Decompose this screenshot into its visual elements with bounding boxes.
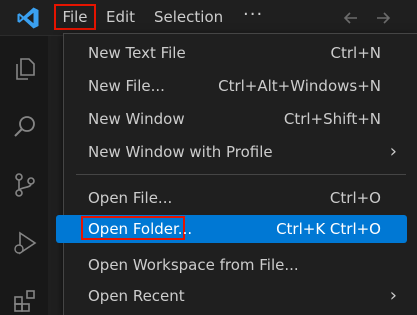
menu-item-label: New Window <box>88 110 185 128</box>
menu-item-label: Open Workspace from File... <box>88 256 299 274</box>
menu-item-open-workspace-from-file[interactable]: Open Workspace from File... <box>56 251 417 279</box>
vscode-logo-icon <box>17 7 39 29</box>
menu-item-new-window[interactable]: New Window Ctrl+Shift+N <box>56 105 417 133</box>
extensions-icon[interactable] <box>12 288 38 314</box>
arrow-right-icon[interactable] <box>372 7 394 29</box>
menu-item-open-folder[interactable]: Open Folder... Ctrl+K Ctrl+O <box>56 215 407 243</box>
menu-more[interactable]: ··· <box>241 2 265 28</box>
menu-item-open-recent[interactable]: Open Recent › <box>56 282 417 310</box>
run-debug-icon[interactable] <box>12 230 38 256</box>
menu-edit[interactable]: Edit <box>104 4 137 30</box>
explorer-icon[interactable] <box>12 56 38 82</box>
menu-separator <box>76 174 406 175</box>
menu-item-label: Open Folder... <box>88 220 193 238</box>
file-menu-dropdown: New Text File Ctrl+N New File... Ctrl+Al… <box>56 33 417 315</box>
menu-item-shortcut: Ctrl+O <box>329 189 381 207</box>
menu-selection[interactable]: Selection <box>152 4 225 30</box>
source-control-icon[interactable] <box>12 172 38 198</box>
menu-item-new-file[interactable]: New File... Ctrl+Alt+Windows+N <box>56 72 417 100</box>
menu-item-shortcut: Ctrl+Shift+N <box>283 110 381 128</box>
menu-file[interactable]: File <box>54 4 96 30</box>
menu-item-label: Open File... <box>88 189 173 207</box>
menu-item-label: New Text File <box>88 44 186 62</box>
menu-item-label: New File... <box>88 77 165 95</box>
menu-item-label: New Window with Profile <box>88 143 273 161</box>
menu-item-shortcut: Ctrl+N <box>330 44 381 62</box>
activity-bar <box>0 36 48 315</box>
title-bar: File Edit Selection ··· <box>0 0 417 36</box>
chevron-right-icon: › <box>389 141 397 162</box>
menu-item-label: Open Recent <box>88 287 185 305</box>
menu-item-open-file[interactable]: Open File... Ctrl+O <box>56 184 417 212</box>
chevron-right-icon: › <box>389 285 397 306</box>
menu-item-new-window-with-profile[interactable]: New Window with Profile › <box>56 138 417 166</box>
arrow-left-icon[interactable] <box>340 7 362 29</box>
menu-item-shortcut: Ctrl+Alt+Windows+N <box>218 77 381 95</box>
menu-item-new-text-file[interactable]: New Text File Ctrl+N <box>56 39 417 67</box>
menu-item-shortcut: Ctrl+K Ctrl+O <box>276 220 381 238</box>
search-icon[interactable] <box>12 114 38 140</box>
